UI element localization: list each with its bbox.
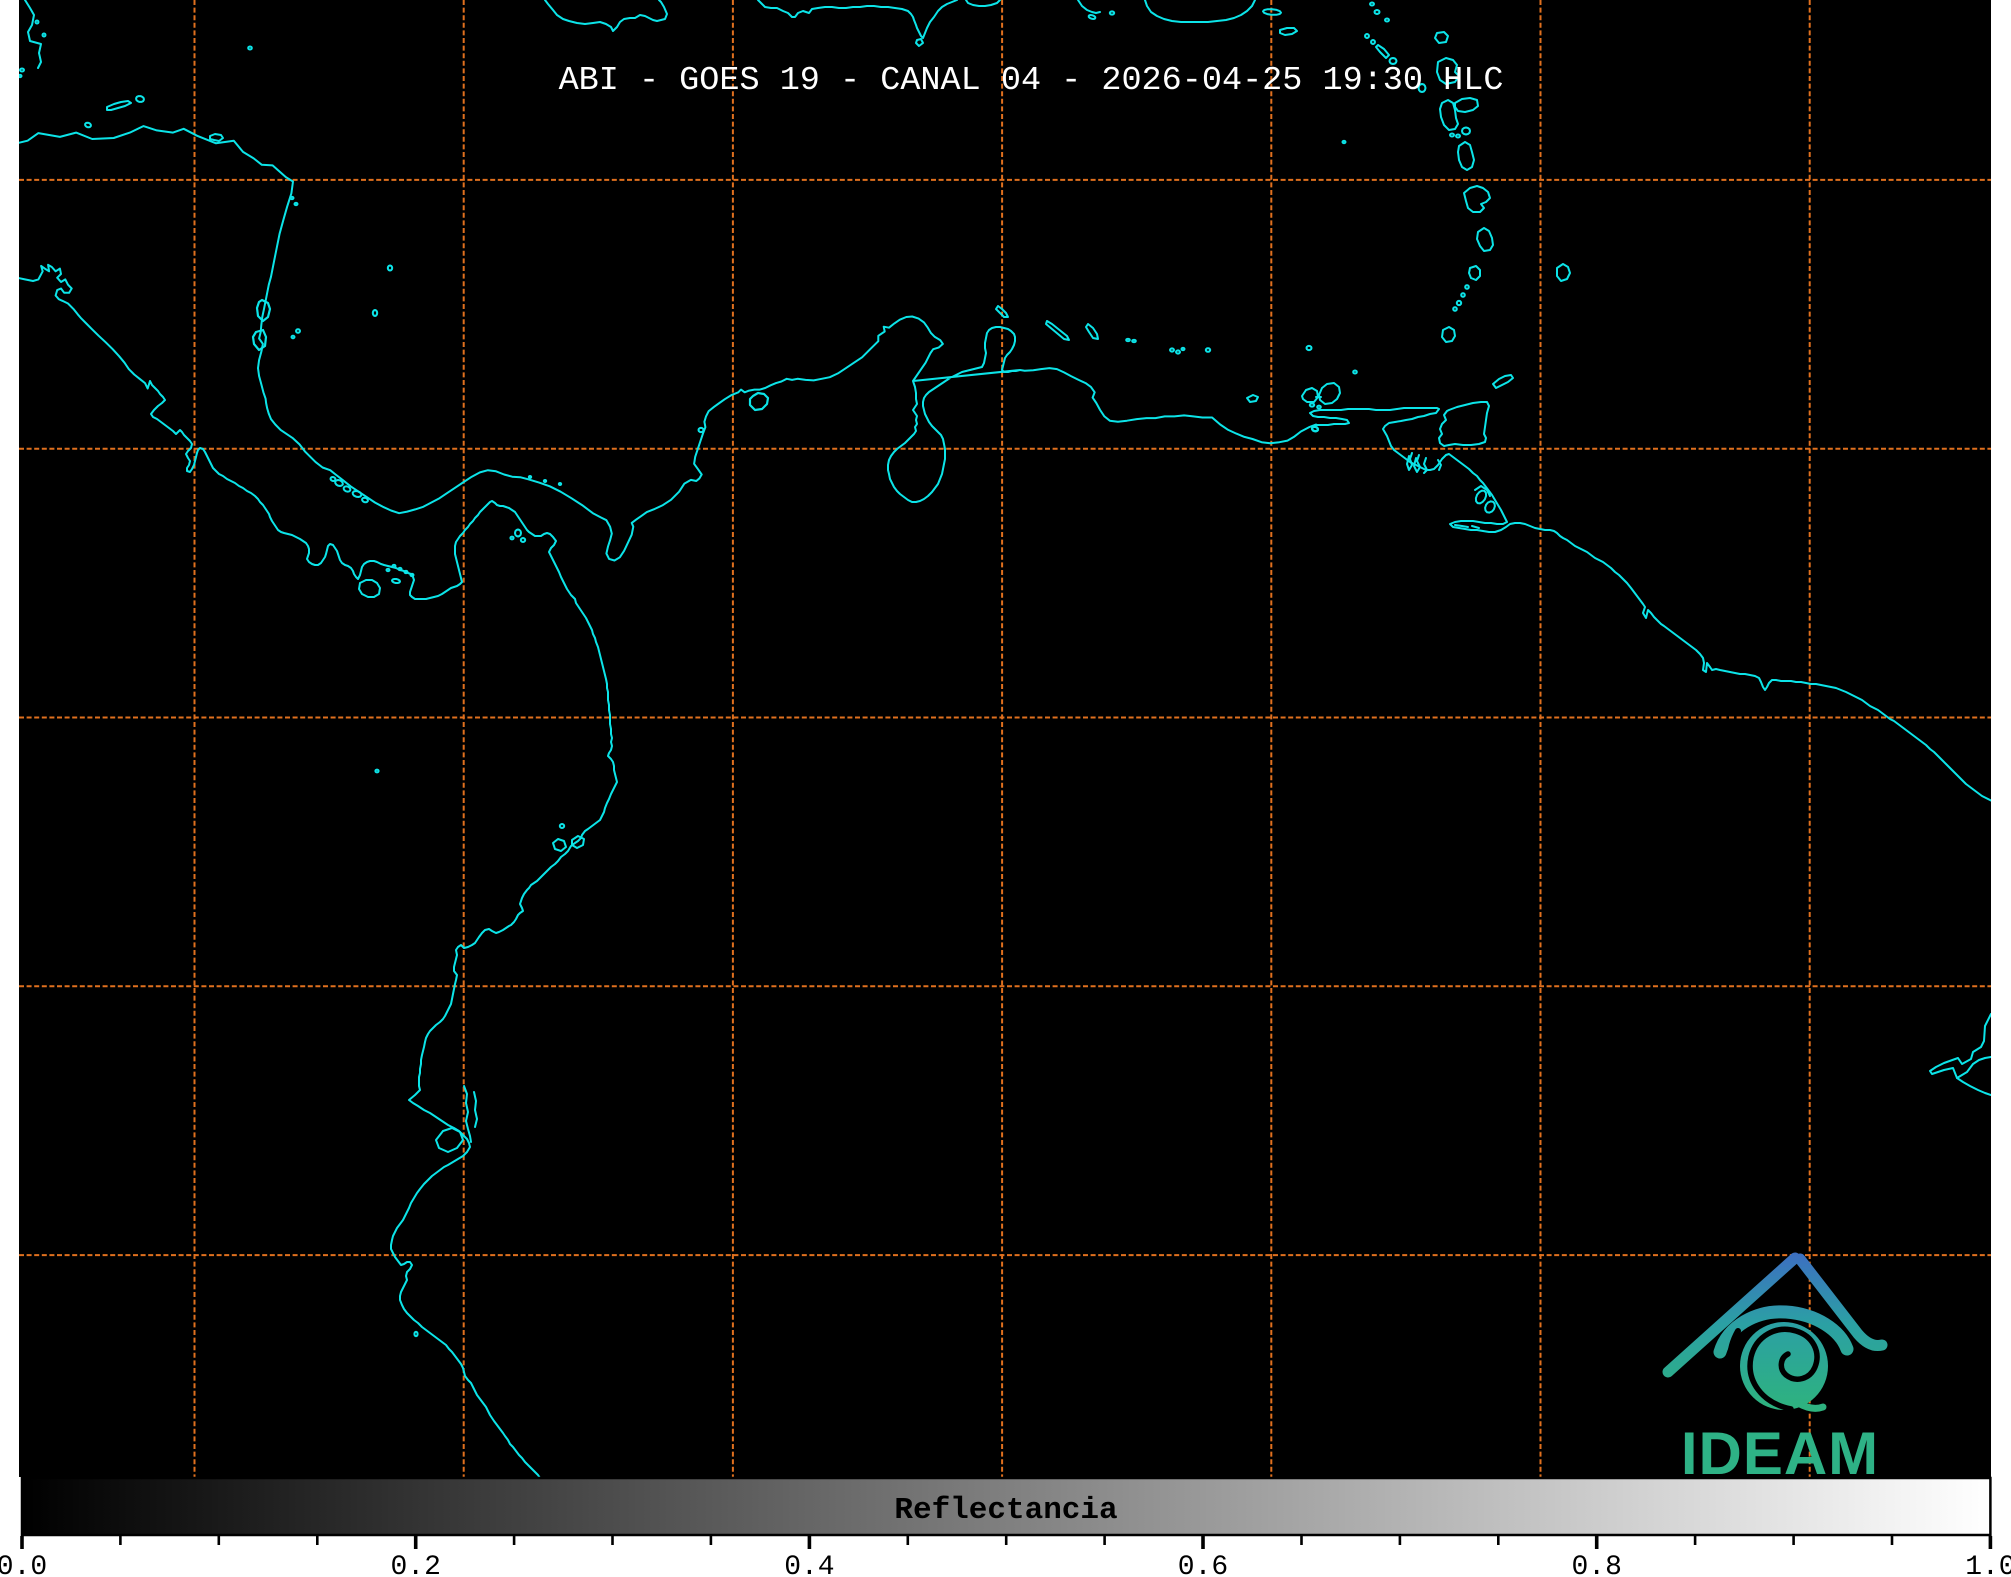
svg-text:1.0: 1.0: [1965, 1552, 2011, 1577]
svg-text:0.0: 0.0: [0, 1552, 47, 1577]
svg-text:ABI - GOES 19 - CANAL 04 - 202: ABI - GOES 19 - CANAL 04 - 2026-04-25 19…: [559, 62, 1504, 100]
svg-text:0.8: 0.8: [1571, 1552, 1621, 1577]
svg-text:0.6: 0.6: [1178, 1552, 1228, 1577]
svg-text:0.2: 0.2: [390, 1552, 440, 1577]
svg-text:Reflectancia: Reflectancia: [894, 1493, 1117, 1528]
svg-text:0.4: 0.4: [784, 1552, 834, 1577]
